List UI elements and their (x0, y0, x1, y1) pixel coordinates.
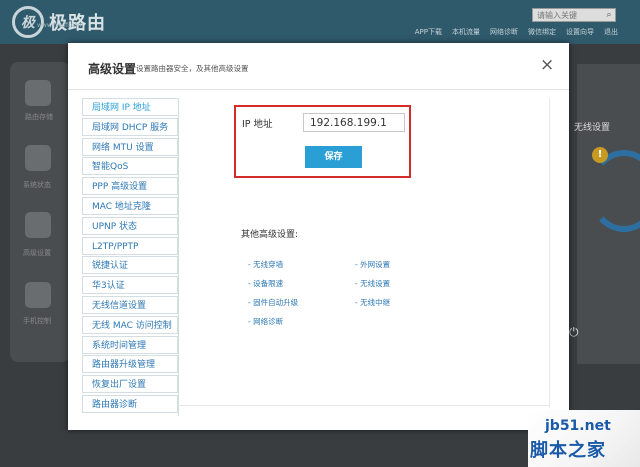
sidebar-item-diagnose[interactable]: 路由器诊断 (82, 394, 178, 413)
sidebar-item-upgrade[interactable]: 路由器升级管理 (82, 355, 178, 374)
nav-logout[interactable]: 退出 (604, 27, 618, 39)
sidebar-item-ppp[interactable]: PPP 高级设置 (82, 177, 178, 196)
close-icon[interactable]: × (540, 56, 554, 74)
sidebar-item-mac-clone[interactable]: MAC 地址克隆 (82, 196, 178, 215)
watermark-text: 脚本之家 (530, 440, 606, 461)
sidebar-item-factory-reset[interactable]: 恢复出厂设置 (82, 375, 178, 394)
link-wireless-relay[interactable]: - 无线中继 (355, 297, 390, 308)
link-wall-penetration[interactable]: - 无线穿墙 (248, 259, 283, 270)
sidebar-item-h3c[interactable]: 华3认证 (82, 276, 178, 295)
nav-app-download[interactable]: APP下载 (415, 27, 442, 39)
save-button[interactable]: 保存 (305, 146, 362, 168)
other-settings-heading: 其他高级设置: (241, 230, 299, 240)
ip-address-label: IP 地址 (242, 119, 273, 130)
sidebar-item-ruijie[interactable]: 锐捷认证 (82, 256, 178, 275)
settings-sidebar: 局域网 IP 地址 局域网 DHCP 服务 网络 MTU 设置 智能QoS PP… (82, 98, 178, 415)
sidebar-item-lan-ip[interactable]: 局域网 IP 地址 (82, 98, 178, 116)
storage-icon[interactable] (25, 80, 51, 106)
phone-icon[interactable] (25, 282, 51, 308)
sidebar-item-mtu[interactable]: 网络 MTU 设置 (82, 137, 178, 156)
status-icon[interactable] (25, 145, 51, 171)
nav-network-diagnose[interactable]: 网络诊断 (490, 27, 518, 39)
scroll-track[interactable] (549, 98, 550, 408)
left-nav-mobile[interactable]: 手机控制 (23, 316, 51, 326)
gear-icon[interactable] (25, 212, 51, 238)
link-wireless-settings[interactable]: - 无线设置 (355, 278, 390, 289)
watermark-url: jb51.net (545, 418, 611, 434)
ip-address-input[interactable] (303, 113, 405, 132)
logo-subtext: www.hiwifi.com (37, 22, 84, 29)
alert-badge: ! (592, 147, 608, 163)
advanced-settings-modal: 高级设置 设置路由器安全，及其他高级设置 × 局域网 IP 地址 局域网 DHC… (68, 43, 569, 430)
left-nav-storage[interactable]: 路由存储 (25, 112, 53, 122)
nav-local-traffic[interactable]: 本机流量 (452, 27, 480, 39)
app-header: 极 极路由 www.hiwifi.com 请输入关键 ⌕ APP下载 本机流量 … (0, 0, 640, 44)
left-nav-advanced[interactable]: 高级设置 (23, 248, 51, 258)
link-wan-settings[interactable]: - 外网设置 (355, 259, 390, 270)
sidebar-item-dhcp[interactable]: 局域网 DHCP 服务 (82, 117, 178, 136)
sidebar-item-channel[interactable]: 无线信道设置 (82, 295, 178, 314)
link-device-speed-limit[interactable]: - 设备限速 (248, 278, 283, 289)
sidebar-item-qos[interactable]: 智能QoS (82, 157, 178, 176)
modal-title: 高级设置 (88, 62, 137, 76)
modal-subtitle: 设置路由器安全，及其他高级设置 (136, 64, 249, 73)
link-network-diagnose[interactable]: - 网络诊断 (248, 316, 283, 327)
wireless-settings-label[interactable]: 无线设置 (574, 120, 610, 133)
link-auto-firmware-upgrade[interactable]: - 固件自动升级 (248, 297, 298, 308)
sidebar-item-time[interactable]: 系统时间管理 (82, 335, 178, 354)
search-icon[interactable]: ⌕ (600, 8, 618, 22)
top-nav: APP下载 本机流量 网络诊断 微信绑定 设置向导 退出 (300, 27, 640, 39)
modal-header: 高级设置 设置路由器安全，及其他高级设置 × (68, 43, 569, 90)
sidebar-item-upnp[interactable]: UPNP 状态 (82, 216, 178, 235)
power-icon[interactable]: ⏻ (569, 325, 579, 340)
content-bottom-divider (178, 405, 550, 406)
left-nav-status[interactable]: 系统状态 (23, 180, 51, 190)
nav-wechat-bind[interactable]: 微信绑定 (528, 27, 556, 39)
sidebar-divider (178, 98, 179, 416)
sidebar-item-mac-acl[interactable]: 无线 MAC 访问控制 (82, 315, 178, 334)
sidebar-item-l2tp[interactable]: L2TP/PPTP (82, 236, 178, 255)
nav-setup-wizard[interactable]: 设置向导 (566, 27, 594, 39)
